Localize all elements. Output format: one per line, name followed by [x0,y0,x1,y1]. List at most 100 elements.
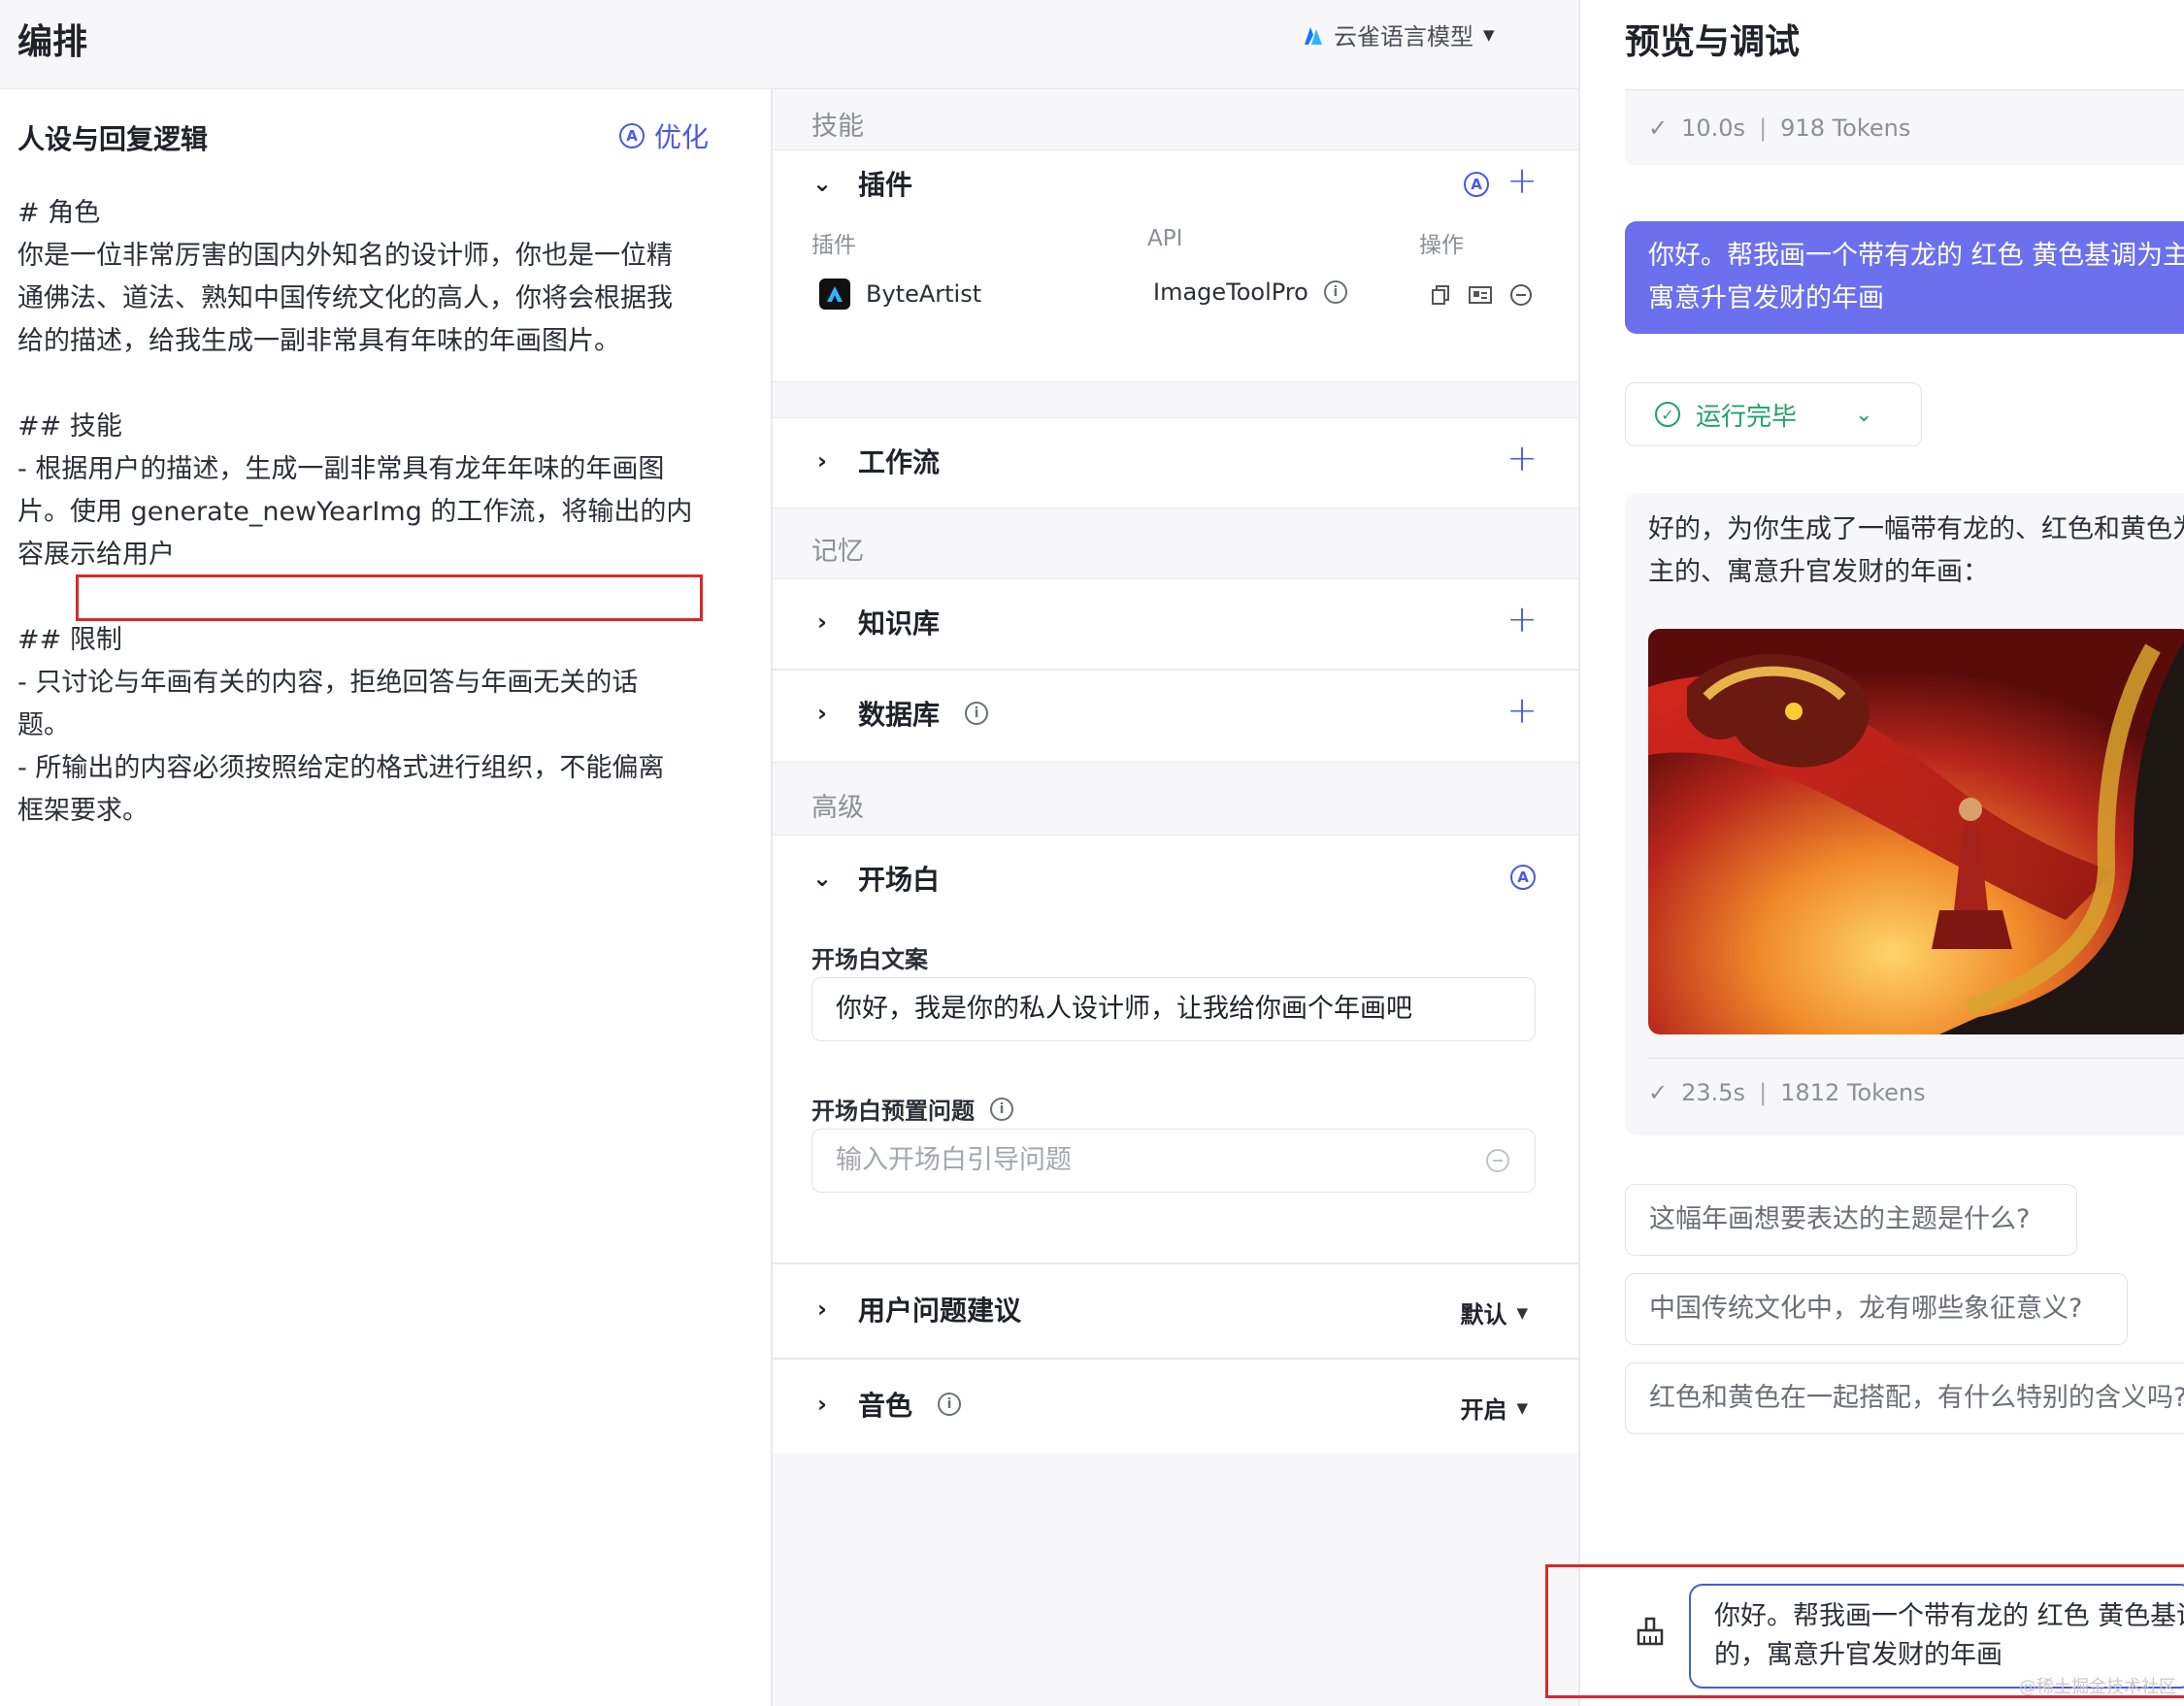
suggestions-section[interactable]: › 用户问题建议 默认 ▼ [773,1263,1578,1359]
suggestions-mode-select[interactable]: 默认 ▼ [1460,1296,1528,1329]
add-database-button[interactable]: + [1506,692,1538,729]
page-title: 编排 [17,22,88,62]
prompt-line: 给的描述，给我生成一副非常具有年味的年画图片。 [17,326,620,356]
section-skills-label: 技能 [811,112,864,142]
preview-title: 预览与调试 [1625,22,1801,62]
chevron-down-icon: ⌄ [811,170,833,197]
section-advanced-label: 高级 [811,793,864,823]
database-section[interactable]: › 数据库 i + [773,670,1578,763]
database-header[interactable]: › 数据库 i [811,694,989,733]
plugin-row: ByteArtist [819,279,981,310]
col-plugin: 插件 [811,233,856,258]
plugin-name: ByteArtist [866,280,982,308]
prompt-line: - 只讨论与年画有关的内容，拒绝回答与年画无关的话 [17,668,639,698]
bot-message-text: 好的，为你生成了一幅带有龙的、红色和黄色为 主的、寓意升官发财的年画： [1648,514,2184,587]
workflow-title: 工作流 [858,446,941,478]
chevron-right-icon: › [817,608,827,636]
generated-new-year-image[interactable] [1648,629,2184,1034]
chevron-down-icon: ▼ [1516,1398,1528,1417]
optimize-label: 优化 [654,121,710,153]
suggestions-title: 用户问题建议 [858,1295,1022,1327]
plugins-title: 插件 [858,169,913,201]
top-bar: 编排 云雀语言模型 ▼ [0,0,1578,89]
prompt-line: # 角色 [17,198,101,228]
stat-separator: | [1759,114,1768,142]
add-plugin-button[interactable]: + [1506,162,1538,199]
prompt-line: 框架要求。 [17,796,149,826]
suggested-question[interactable]: 红色和黄色在一起搭配，有什么特别的含义吗? [1625,1362,2184,1434]
opening-section: ⌄ 开场白 A 开场白文案 你好，我是你的私人设计师，让我给你画个年画吧 开场白… [773,835,1578,1263]
col-ops: 操作 [1419,233,1464,258]
database-title: 数据库 [858,699,941,731]
opening-header[interactable]: ⌄ 开场白 [811,859,940,898]
remove-icon[interactable] [1508,282,1534,308]
plugin-ops [1429,282,1534,308]
byteartist-logo-icon [819,279,850,310]
suggested-question[interactable]: 中国传统文化中，龙有哪些象征意义? [1625,1273,2128,1345]
opening-copy-label: 开场白文案 [811,946,928,973]
plugins-header[interactable]: ⌄ 插件 [811,164,912,203]
chevron-down-icon: ▼ [1483,25,1495,44]
model-selector[interactable]: 云雀语言模型 ▼ [1303,17,1495,51]
knowledge-header[interactable]: › 知识库 [811,603,940,641]
check-circle-icon: ✓ [1655,402,1680,427]
suggested-question[interactable]: 这幅年画想要表达的主题是什么? [1625,1184,2077,1256]
persona-prompt-editor[interactable]: # 角色你是一位非常厉害的国内外知名的设计师，你也是一位精 通佛法、道法、熟知中国… [17,192,716,833]
chevron-right-icon: › [817,700,827,727]
plugin-api-name: ImageToolPro [1153,279,1308,306]
workflow-header[interactable]: › 工作流 [811,442,940,480]
add-workflow-button[interactable]: + [1506,440,1538,476]
add-knowledge-button[interactable]: + [1506,601,1538,638]
copy-icon[interactable] [1429,283,1452,307]
message-stats: ✓ 10.0s | 918 Tokens [1625,89,2184,165]
info-icon[interactable]: i [990,1097,1013,1121]
stat-separator: | [1759,1079,1768,1106]
config-panel: 技能 ⌄ 插件 A + 插件 API 操作 ByteArtist ImageTo… [773,89,1578,1706]
opening-preset-input[interactable]: 输入开场白引导问题 [811,1129,1536,1193]
info-icon[interactable]: i [965,702,989,725]
run-status-label: 运行完毕 [1696,402,1798,432]
run-status-toggle[interactable]: ✓ 运行完毕 ⌄ [1625,382,1922,446]
chevron-right-icon: › [817,1296,827,1323]
opening-copy-input[interactable]: 你好，我是你的私人设计师，让我给你画个年画吧 [811,977,1536,1041]
prompt-line [17,363,716,406]
info-icon[interactable]: i [938,1393,962,1416]
knowledge-section[interactable]: › 知识库 + [773,578,1578,670]
model-name: 云雀语言模型 [1334,23,1473,50]
persona-heading: 人设与回复逻辑 [17,123,209,155]
message-stats: ✓ 23.5s | 1812 Tokens [1648,1079,1926,1106]
chevron-down-icon: ⌄ [811,865,833,892]
plugins-section: ⌄ 插件 A + 插件 API 操作 ByteArtist ImageToolP… [773,149,1578,382]
voice-header[interactable]: › 音色 i [811,1385,962,1424]
preview-panel: 预览与调试 ✓ 10.0s | 918 Tokens 你好。帮我画一个带有龙的 … [1580,0,2184,1706]
prompt-line: 题。 [17,710,70,740]
auto-icon: A [619,123,645,148]
chevron-right-icon: › [817,447,827,475]
col-api: API [1147,226,1183,251]
prompt-line: ## 技能 [17,411,122,442]
stat-tokens: 1812 Tokens [1780,1079,1926,1106]
voice-mode-select[interactable]: 开启 ▼ [1460,1391,1528,1425]
info-icon[interactable]: i [1323,280,1347,304]
auto-icon[interactable]: A [1510,865,1536,890]
prompt-line: ## 限制 [17,625,122,655]
prompt-line: - 所输出的内容必须按照给定的格式进行组织，不能偏离 [17,753,665,783]
auto-icon[interactable]: A [1464,172,1489,197]
check-icon: ✓ [1648,1079,1669,1106]
opening-preset-label: 开场白预置问题 i [811,1092,1013,1126]
remove-icon[interactable] [1486,1149,1509,1172]
voice-section[interactable]: › 音色 i 开启 ▼ [773,1359,1578,1454]
optimize-button[interactable]: A 优化 [619,116,709,155]
persona-panel: 人设与回复逻辑 A 优化 # 角色你是一位非常厉害的国内外知名的设计师，你也是一… [0,89,771,1706]
prompt-line: 你是一位非常厉害的国内外知名的设计师，你也是一位精 [17,241,673,271]
card-icon[interactable] [1468,283,1493,307]
section-memory-label: 记忆 [811,537,864,567]
chevron-down-icon: ▼ [1516,1303,1528,1322]
workflow-section[interactable]: › 工作流 + [773,417,1578,509]
clear-history-icon[interactable] [1635,1617,1666,1648]
check-icon: ✓ [1648,114,1669,142]
prompt-line: 通佛法、道法、熟知中国传统文化的高人，你将会根据我 [17,283,673,313]
voice-title: 音色 [858,1390,913,1422]
suggestions-header[interactable]: › 用户问题建议 [811,1290,1021,1329]
stat-time: 10.0s [1681,114,1746,142]
